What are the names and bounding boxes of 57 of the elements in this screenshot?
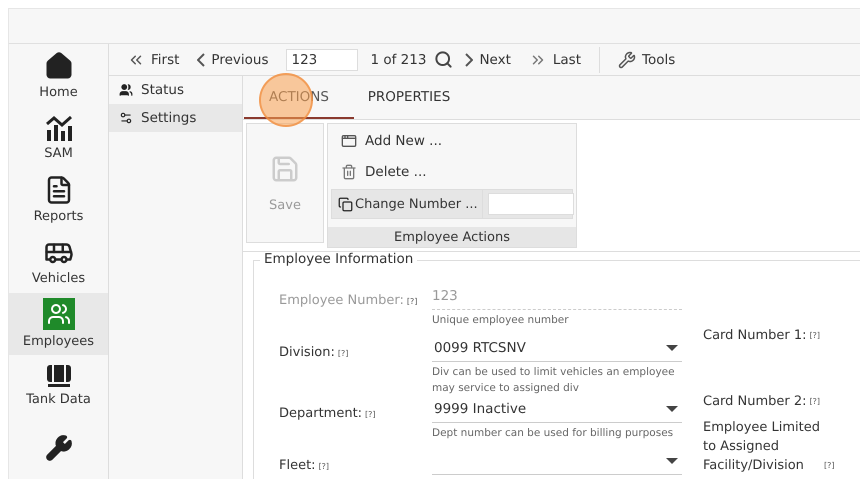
caret-icon xyxy=(666,458,678,464)
field-label: Department: xyxy=(279,406,362,421)
home-icon xyxy=(44,50,74,81)
field-label: Card Number 1: xyxy=(703,327,807,345)
sub-nav-item[interactable]: Settings xyxy=(109,104,242,132)
record-field[interactable]: 123 xyxy=(286,48,358,70)
field-label: Fleet: xyxy=(279,458,316,473)
save-icon xyxy=(270,154,300,184)
field-hint: Div can be used to limit vehicles an employee may service to assigned div xyxy=(432,365,676,396)
field-label: Employee Number: xyxy=(279,293,404,308)
tank-icon xyxy=(44,364,72,388)
nav-item[interactable]: Tank Data xyxy=(9,354,108,417)
first-button[interactable]: First xyxy=(121,50,186,68)
chevron-left-icon xyxy=(197,52,206,66)
nav-item[interactable]: Employees xyxy=(9,292,108,355)
nav-item[interactable]: Vehicles xyxy=(9,230,108,293)
field-hint: Dept number can be used for billing purposes xyxy=(432,426,674,441)
field-label: Employee Limited to Assigned Facility/Division xyxy=(703,419,821,475)
next-button[interactable]: Next xyxy=(459,52,517,68)
new-number-field[interactable] xyxy=(488,193,574,215)
section-title: Employee Information xyxy=(260,252,418,267)
gears-icon xyxy=(119,111,133,125)
delete-button[interactable]: Delete ... xyxy=(331,158,573,186)
caret-icon xyxy=(666,406,678,412)
wrench-icon xyxy=(618,50,636,68)
previous-button[interactable]: Previous xyxy=(191,52,274,68)
field-label: Division: xyxy=(279,345,335,360)
last-button[interactable]: Last xyxy=(522,50,588,68)
wrench-icon xyxy=(44,434,72,462)
field-hint: Unique employee number xyxy=(432,313,570,328)
people-icon xyxy=(119,83,133,97)
add-new-button[interactable]: Add New ... xyxy=(331,127,573,155)
help-link[interactable]: [?] xyxy=(338,349,348,358)
dropdown-field[interactable]: 9999 Inactive xyxy=(432,396,682,423)
trash-icon xyxy=(341,164,357,180)
help-link[interactable]: [?] xyxy=(318,462,330,471)
nav-item[interactable]: SAM xyxy=(9,106,108,168)
help-link[interactable]: [?] xyxy=(365,410,376,419)
sub-nav-item[interactable]: Status xyxy=(109,76,242,104)
help-link[interactable]: [?] xyxy=(810,392,820,411)
caret-icon xyxy=(666,345,678,351)
copy-icon xyxy=(338,196,353,212)
group-title: Employee Actions xyxy=(328,227,576,247)
chevron-right-icon xyxy=(465,52,474,66)
tab[interactable]: PROPERTIES xyxy=(354,76,464,119)
dropdown-field[interactable]: 0099 RTCSNV xyxy=(432,335,682,362)
tools-button[interactable]: Tools xyxy=(612,50,682,68)
search-icon[interactable] xyxy=(434,50,454,69)
window-icon xyxy=(341,133,357,149)
nav-item[interactable]: Home xyxy=(9,44,108,106)
field-label: Card Number 2: xyxy=(703,393,807,411)
help-link[interactable]: [?] xyxy=(810,326,820,345)
nav-item[interactable]: Reports xyxy=(9,168,108,230)
help-link[interactable]: [?] xyxy=(824,456,834,475)
bar-chart-icon xyxy=(44,114,74,142)
people-icon xyxy=(42,298,74,330)
record-count: 1 of 213 xyxy=(370,52,426,68)
